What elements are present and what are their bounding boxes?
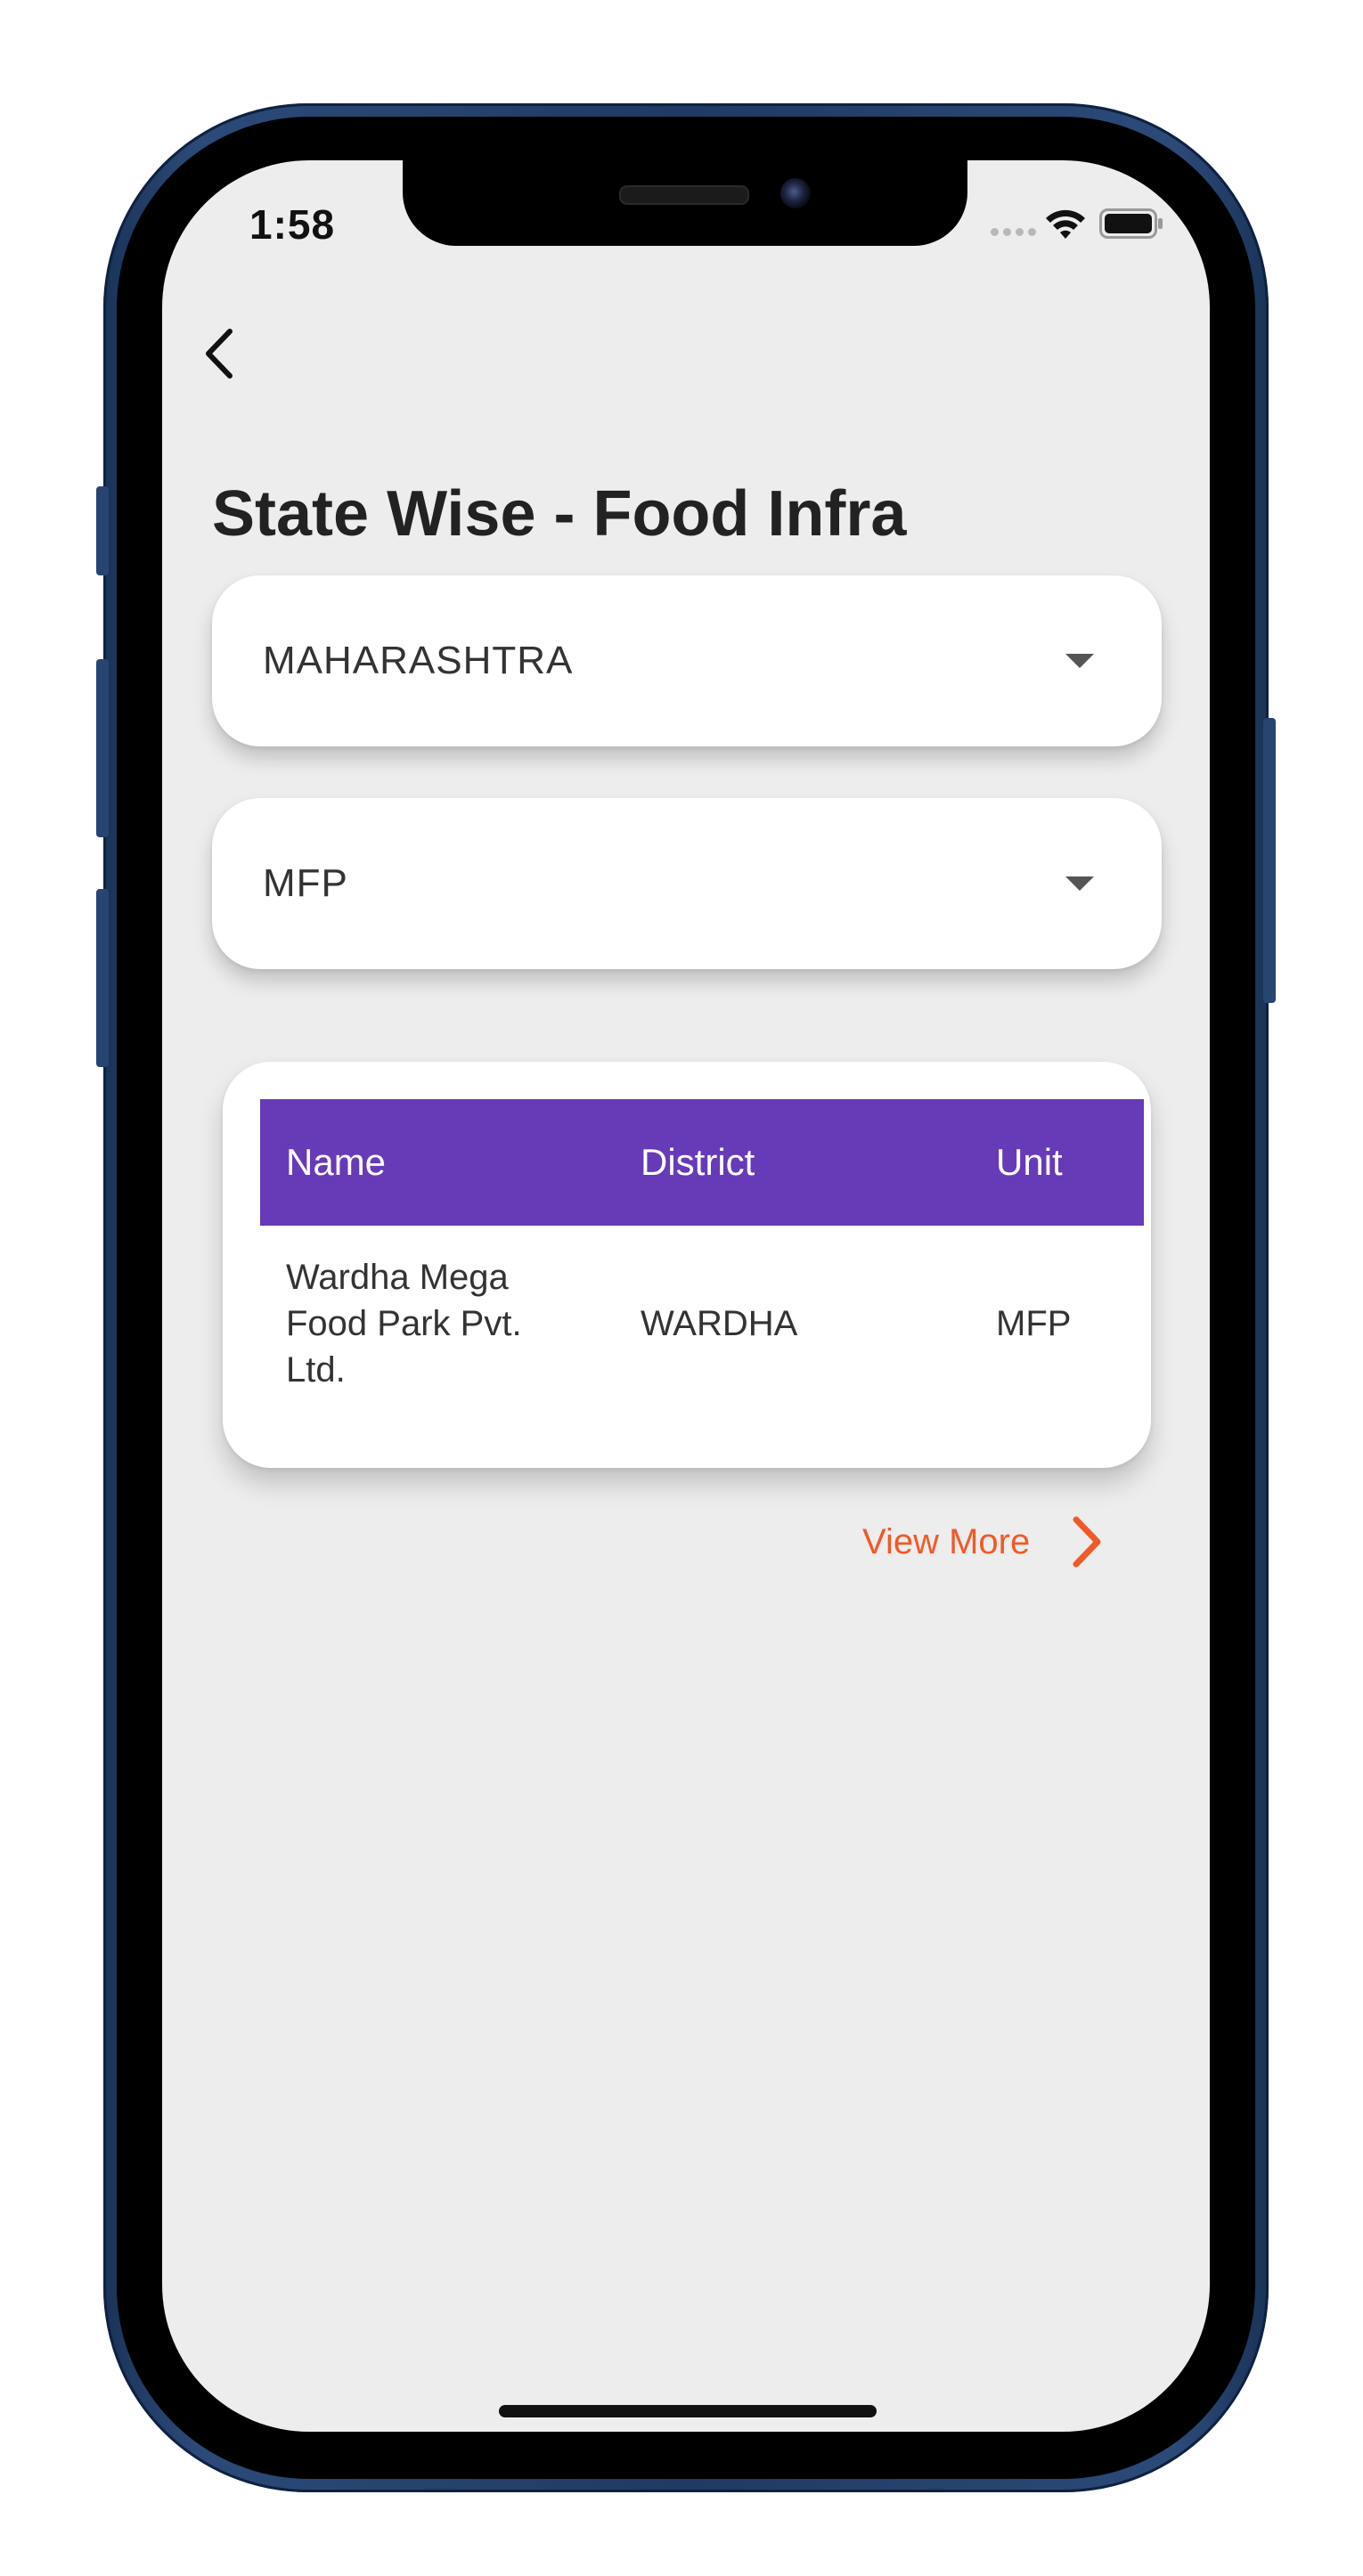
view-more-label: View More [862,1521,1031,1561]
type-dropdown-value: MFP [263,861,348,905]
caret-down-icon [1065,654,1094,668]
column-header-district: District [641,1141,755,1183]
state-dropdown-value: MAHARASHTRA [263,639,574,682]
cellular-signal-icon [991,228,1036,236]
type-dropdown[interactable]: MFP [212,798,1162,969]
view-more-link[interactable]: View More [862,1514,1108,1569]
table-header: Name District Unit [260,1099,1144,1226]
chevron-right-icon [1073,1516,1101,1568]
cell-district: WARDHA [641,1304,798,1343]
mute-switch [96,486,109,575]
volume-down-button [96,889,109,1067]
speaker [619,185,749,205]
caret-down-icon [1065,876,1094,891]
results-table: Name District Unit Wardha Mega Food Park… [223,1062,1151,1468]
back-icon[interactable] [196,322,241,385]
power-button [1263,718,1276,1003]
page-title: State Wise - Food Infra [212,478,907,550]
cell-name: Wardha Mega Food Park Pvt. Ltd. [286,1258,522,1390]
wifi-icon [1046,209,1085,239]
cell-unit: MFP [996,1304,1072,1343]
column-header-unit: Unit [996,1141,1063,1183]
status-time: 1:58 [249,201,336,248]
front-camera [780,178,811,208]
volume-up-button [96,659,109,837]
battery-icon [1099,208,1163,239]
state-dropdown[interactable]: MAHARASHTRA [212,575,1162,746]
column-header-name: Name [286,1141,387,1183]
home-indicator[interactable] [499,2405,877,2417]
